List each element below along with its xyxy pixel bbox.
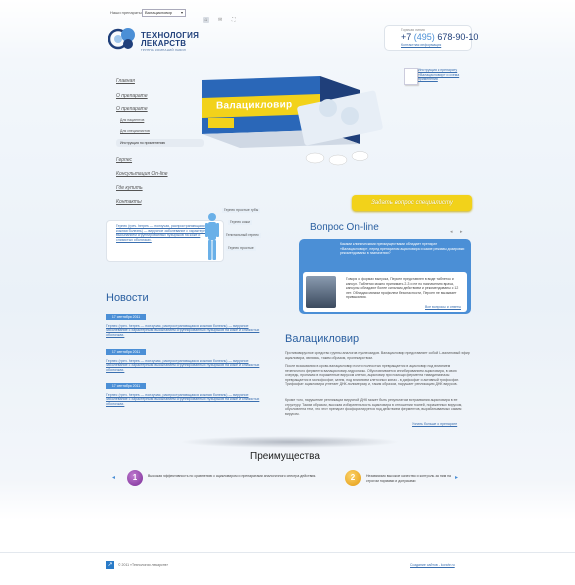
logo-subtitle: ГРУППА КОМПАНИЙ ЛАБИЛ [141, 48, 186, 52]
nav-about-drug-2[interactable]: О препарате [116, 106, 148, 112]
prep-select-value: Валацикловир [145, 10, 172, 15]
advantages-title: Преимущества [250, 451, 320, 462]
footer-copyright: © 2011 «Технологии лекарств» [118, 563, 169, 567]
divider-shadow [180, 436, 400, 448]
advantage-text-1: Высокая эффективность по сравнению с аци… [148, 474, 317, 478]
advantage-badge-1: 1 [127, 470, 143, 486]
nav-sub-instruction[interactable]: Инструкция по применению [120, 141, 165, 145]
document-icon[interactable] [404, 68, 418, 85]
nav-sub-patients[interactable]: Для пациентов [120, 118, 144, 122]
logo-icon[interactable] [107, 26, 140, 52]
prep-label: Наши препараты: [110, 10, 143, 15]
nav-contacts[interactable]: Контакты [116, 199, 142, 205]
footer [0, 552, 575, 585]
footer-logo-icon: ↗ [106, 561, 114, 569]
product-name: Валацикловир [216, 99, 293, 112]
nav-consult[interactable]: Консультация On-line [116, 171, 168, 177]
expert-photo [306, 276, 336, 308]
sitemap-icon[interactable]: ⛶ [232, 17, 236, 23]
news-text-2[interactable]: Герпес (греч. herpes — ползучая, распрос… [106, 359, 266, 372]
body-label-2[interactable]: Герпес кожи [228, 220, 252, 225]
nav-main[interactable]: Главная [116, 78, 135, 84]
news-title: Новости [106, 292, 149, 304]
home-icon[interactable]: ⌂ [203, 17, 209, 23]
article-p2: После всасывания в кровь валацикловир по… [285, 364, 459, 386]
chevron-down-icon: ▾ [180, 10, 183, 15]
article-title: Валацикловир [285, 333, 360, 345]
body-label-4[interactable]: Герпес простые [226, 246, 256, 251]
news-date-1: 17 сентября 2011 [106, 314, 146, 320]
phone-number: 678-90-10 [437, 32, 479, 42]
article-p3: Кроме того, нарушение репликации вирусно… [285, 398, 463, 416]
logo-line2: ЛЕКАРСТВ [141, 39, 187, 48]
phone: +7 (495) 678-90-10 [401, 32, 478, 42]
article-more-link[interactable]: Узнать больше о препарате [412, 422, 457, 427]
news-date-2: 17 сентября 2011 [106, 349, 146, 355]
phone-code: (495) [413, 32, 435, 42]
next-arrow-icon[interactable]: ▸ [460, 229, 463, 235]
news-text-1[interactable]: Герпес (греч. herpes — ползучая, распрос… [106, 324, 266, 337]
footer-credit-link[interactable]: Создание сайтов - korahr.ru [410, 563, 455, 568]
prev-arrow-icon[interactable]: ◂ [450, 229, 453, 235]
body-label-3[interactable]: Генитальный герпес [224, 233, 261, 238]
nav-where-buy[interactable]: Где купить [116, 185, 143, 191]
phone-prefix: +7 [401, 32, 412, 42]
advantage-badge-2: 2 [345, 470, 361, 486]
body-figure-icon [204, 212, 220, 262]
adv-prev-icon[interactable]: ◂ [112, 474, 115, 481]
contact-link[interactable]: Контактная информация [401, 43, 441, 48]
news-text-3[interactable]: Герпес (греч. herpes — ползучая, распрос… [106, 393, 266, 406]
nav-herpes[interactable]: Герпес [116, 157, 132, 163]
all-questions-link[interactable]: Все вопросы и ответы [425, 305, 461, 310]
herpes-info-text[interactable]: Герпес (греч. herpes — ползучая, распрос… [116, 224, 216, 242]
adv-next-icon[interactable]: ▸ [455, 474, 458, 481]
online-title: Вопрос On-line [310, 222, 379, 233]
body-label-1[interactable]: Герпес простые губы [222, 208, 261, 213]
product-image: Валацикловир [200, 72, 390, 172]
prep-select[interactable]: Валацикловир ▾ [142, 9, 186, 17]
nav-sub-specialists[interactable]: Для специалистов [120, 129, 150, 133]
instruction-link[interactable]: Инструкция к препарату «Валацикловир» и … [418, 68, 466, 82]
online-question: Каками клиническими преимуществами облад… [340, 242, 465, 255]
news-date-3: 17 сентября 2011 [106, 383, 146, 389]
ask-specialist-button[interactable]: Задать вопрос специалисту [352, 195, 472, 211]
article-p1: Противовирусное средство группы аналогов… [285, 351, 470, 360]
mail-icon[interactable]: ✉ [218, 17, 222, 23]
online-answer: Говоря о формах выпуска, Персен представ… [346, 277, 459, 299]
nav-about-drug[interactable]: О препарате [116, 93, 148, 99]
advantage-text-2: Независимо высокое качество и контроль з… [366, 474, 451, 483]
